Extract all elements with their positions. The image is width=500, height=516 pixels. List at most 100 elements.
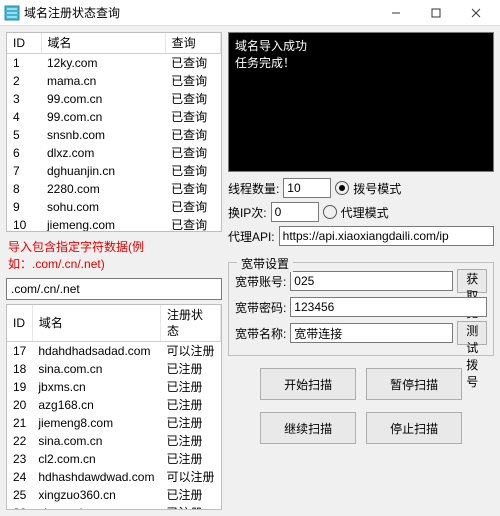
cell-id: 7 — [7, 162, 41, 180]
test-dial-button[interactable]: 测试拨号 — [457, 321, 487, 345]
table-row[interactable]: 25xingzuo360.cn已注册 — [7, 486, 220, 504]
col-query[interactable]: 查询 — [165, 33, 220, 54]
cell-status: 已注册 — [160, 486, 220, 504]
cell-domain: xingzuo360.cn — [32, 486, 160, 504]
cell-id: 10 — [7, 216, 41, 232]
table-row[interactable]: 17hdahdhadsadad.com可以注册 — [7, 342, 220, 361]
cell-id: 1 — [7, 54, 41, 73]
settings-area: 线程数量: 拨号模式 换IP次: 代理模式 代理API: — [228, 178, 494, 250]
cell-domain: dlxz.com — [41, 144, 165, 162]
cell-domain: 99.com.cn — [41, 108, 165, 126]
col2-id[interactable]: ID — [7, 305, 32, 342]
cell-id: 25 — [7, 486, 32, 504]
col2-status[interactable]: 注册状态 — [160, 305, 220, 342]
threads-label: 线程数量: — [228, 180, 279, 197]
table-row[interactable]: 499.com.cn已查询 — [7, 108, 220, 126]
stop-scan-button[interactable]: 停止扫描 — [366, 412, 462, 444]
bb-password-label: 宽带密码: — [235, 299, 286, 316]
cell-id: 4 — [7, 108, 41, 126]
table-row[interactable]: 112ky.com已查询 — [7, 54, 220, 73]
resume-scan-button[interactable]: 继续扫描 — [260, 412, 356, 444]
bb-account-input[interactable] — [290, 271, 453, 291]
cell-domain: sohu.com — [41, 198, 165, 216]
table-row[interactable]: 18sina.com.cn已注册 — [7, 360, 220, 378]
cell-domain: 2280.com — [41, 180, 165, 198]
cell-domain: mama.cn — [41, 72, 165, 90]
table-row[interactable]: 9sohu.com已查询 — [7, 198, 220, 216]
col-domain[interactable]: 域名 — [41, 33, 165, 54]
status-listview[interactable]: ID 域名 注册状态 17hdahdhadsadad.com可以注册18sina… — [6, 304, 222, 510]
start-scan-button[interactable]: 开始扫描 — [260, 368, 356, 400]
table-row[interactable]: 5snsnb.com已查询 — [7, 126, 220, 144]
cell-query: 已查询 — [165, 180, 220, 198]
cell-domain: sina.com.cn — [32, 432, 160, 450]
table-row[interactable]: 399.com.cn已查询 — [7, 90, 220, 108]
table-row[interactable]: 10jiemeng.com已查询 — [7, 216, 220, 232]
threads-input[interactable] — [283, 178, 331, 198]
table-row[interactable]: 20azg168.cn已注册 — [7, 396, 220, 414]
cell-domain: cl2.com.cn — [32, 450, 160, 468]
bb-name-label: 宽带名称: — [235, 325, 286, 342]
cell-query: 已查询 — [165, 108, 220, 126]
cell-status: 已注册 — [160, 396, 220, 414]
cell-id: 18 — [7, 360, 32, 378]
cell-id: 19 — [7, 378, 32, 396]
bb-password-input[interactable] — [290, 297, 487, 317]
cell-domain: 12ky.com — [41, 54, 165, 73]
cell-status: 可以注册 — [160, 342, 220, 361]
table-row[interactable]: 19jbxms.cn已注册 — [7, 378, 220, 396]
cell-id: 23 — [7, 450, 32, 468]
table-row[interactable]: 22sina.com.cn已注册 — [7, 432, 220, 450]
cell-domain: jbxms.cn — [32, 378, 160, 396]
table-row[interactable]: 21jiemeng8.com已注册 — [7, 414, 220, 432]
cell-status: 已注册 — [160, 414, 220, 432]
cell-status: 已注册 — [160, 360, 220, 378]
filter-input[interactable] — [6, 278, 222, 300]
cell-domain: xingyunba.com — [32, 504, 160, 510]
table-row[interactable]: 82280.com已查询 — [7, 180, 220, 198]
col-id[interactable]: ID — [7, 33, 41, 54]
cell-status: 已注册 — [160, 432, 220, 450]
window-title: 域名注册状态查询 — [24, 4, 376, 21]
bb-name-input[interactable] — [290, 323, 453, 343]
cell-query: 已查询 — [165, 72, 220, 90]
mode-dial-radio[interactable] — [335, 181, 349, 195]
table-row[interactable]: 7dghuanjin.cn已查询 — [7, 162, 220, 180]
cell-id: 5 — [7, 126, 41, 144]
cell-id: 26 — [7, 504, 32, 510]
cell-status: 已注册 — [160, 450, 220, 468]
cell-domain: hdhashdawdwad.com — [32, 468, 160, 486]
broadband-legend: 宽带设置 — [237, 255, 293, 272]
maximize-button[interactable] — [416, 0, 456, 26]
table-row[interactable]: 23cl2.com.cn已注册 — [7, 450, 220, 468]
cell-id: 17 — [7, 342, 32, 361]
minimize-button[interactable] — [376, 0, 416, 26]
pause-scan-button[interactable]: 暂停扫描 — [366, 368, 462, 400]
cell-domain: jiemeng.com — [41, 216, 165, 232]
col2-domain[interactable]: 域名 — [32, 305, 160, 342]
table-row[interactable]: 2mama.cn已查询 — [7, 72, 220, 90]
cell-query: 已查询 — [165, 144, 220, 162]
cell-status: 已注册 — [160, 378, 220, 396]
table-row[interactable]: 6dlxz.com已查询 — [7, 144, 220, 162]
broadband-group: 宽带设置 宽带账号: 获取宽带 宽带密码: 宽带名称: 测试拨号 — [228, 262, 494, 356]
cell-domain: hdahdhadsadad.com — [32, 342, 160, 361]
query-listview[interactable]: ID 域名 查询 112ky.com已查询2mama.cn已查询399.com.… — [6, 32, 222, 232]
cell-id: 2 — [7, 72, 41, 90]
close-button[interactable] — [456, 0, 496, 26]
cell-domain: azg168.cn — [32, 396, 160, 414]
api-input[interactable] — [279, 226, 495, 246]
cell-id: 9 — [7, 198, 41, 216]
mode-proxy-label: 代理模式 — [341, 204, 389, 221]
cell-query: 已查询 — [165, 54, 220, 73]
cell-query: 已查询 — [165, 90, 220, 108]
titlebar: 域名注册状态查询 — [0, 0, 500, 26]
mode-proxy-radio[interactable] — [323, 205, 337, 219]
ip-input[interactable] — [271, 202, 319, 222]
ip-label: 换IP次: — [228, 204, 267, 221]
get-broadband-button[interactable]: 获取宽带 — [457, 269, 487, 293]
cell-status: 可以注册 — [160, 468, 220, 486]
table-row[interactable]: 26xingyunba.com已注册 — [7, 504, 220, 510]
console-output: 域名导入成功 任务完成！ — [228, 32, 494, 172]
table-row[interactable]: 24hdhashdawdwad.com可以注册 — [7, 468, 220, 486]
